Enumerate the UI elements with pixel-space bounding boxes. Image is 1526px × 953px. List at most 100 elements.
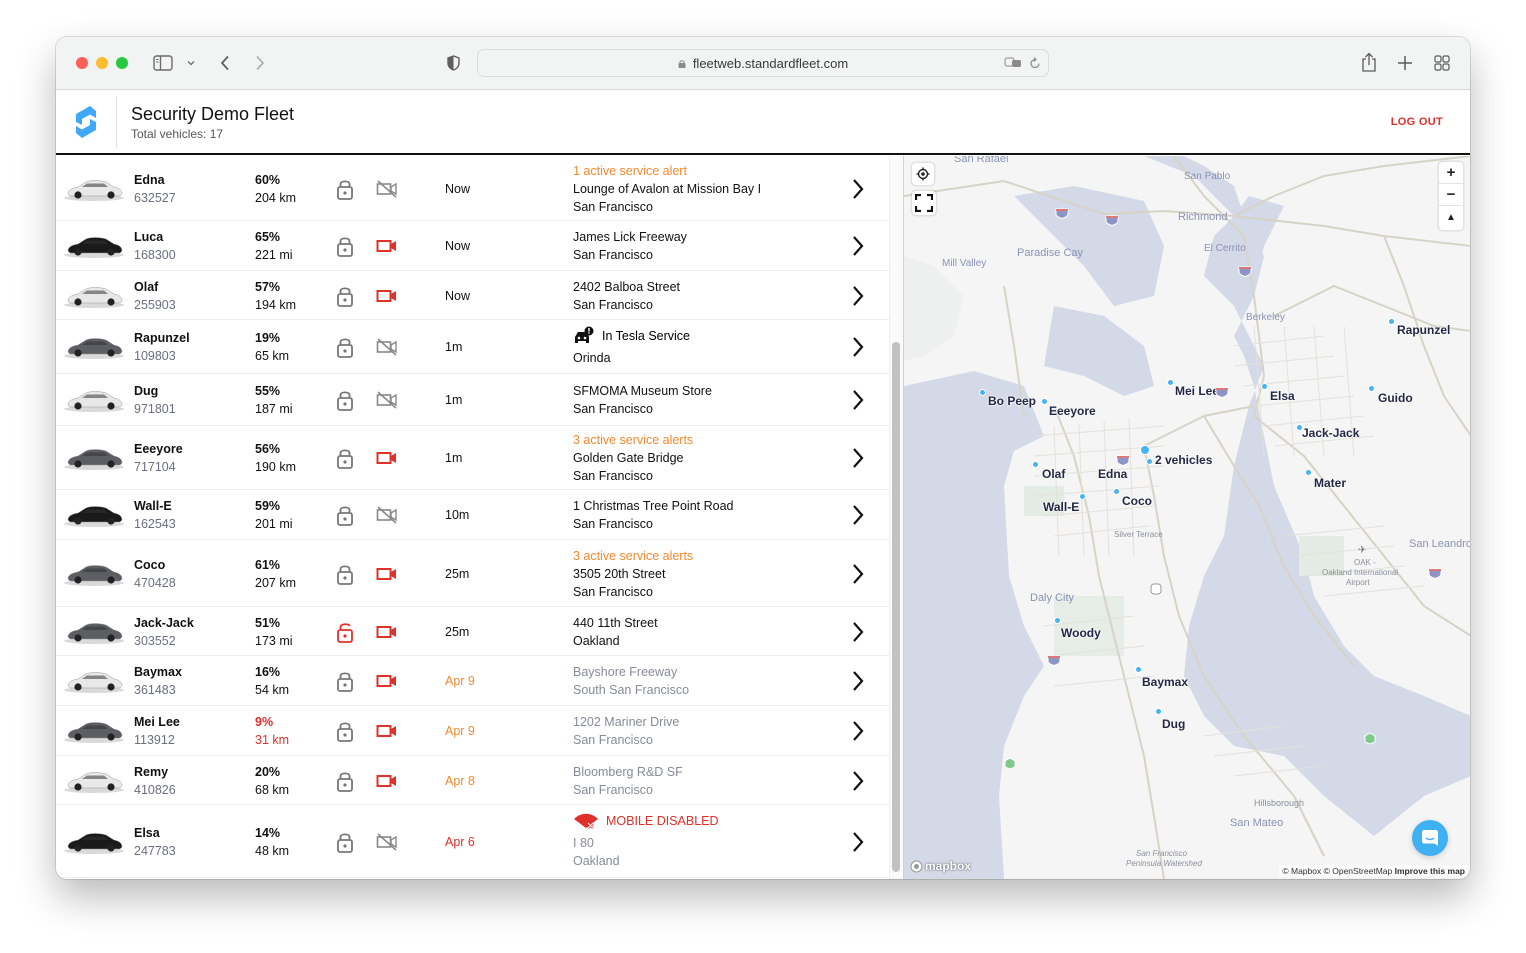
sentry-camera-on-icon[interactable] xyxy=(376,287,398,305)
sentry-camera-on-icon[interactable] xyxy=(376,237,398,255)
lock-closed-icon[interactable] xyxy=(336,770,354,792)
vehicle-pin[interactable] xyxy=(1305,469,1312,476)
mapbox-logo[interactable]: mapbox xyxy=(910,859,971,873)
vehicle-row[interactable]: Eeeyore 717104 56% 190 km 1m 3 active service… xyxy=(56,426,889,490)
chevron-right-icon[interactable] xyxy=(851,389,865,411)
vehicle-pin[interactable] xyxy=(1167,379,1174,386)
privacy-shield-icon[interactable] xyxy=(446,54,460,72)
vehicle-row[interactable]: Coco 470428 61% 207 km 25m 3 active service a… xyxy=(56,540,889,607)
new-tab-icon[interactable] xyxy=(1396,54,1414,72)
lock-closed-icon[interactable] xyxy=(336,504,354,526)
lock-open-icon[interactable] xyxy=(336,621,354,643)
zoom-out-button[interactable]: − xyxy=(1439,184,1463,206)
sentry-camera-on-icon[interactable] xyxy=(376,722,398,740)
vehicle-map-label[interactable]: Woody xyxy=(1061,626,1101,640)
minimize-window-button[interactable] xyxy=(96,57,108,69)
chevron-right-icon[interactable] xyxy=(851,831,865,853)
chevron-right-icon[interactable] xyxy=(851,621,865,643)
vehicle-pin[interactable] xyxy=(1041,398,1048,405)
vehicle-row[interactable]: Wall-E 162543 59% 201 mi 10m 1 Christmas Tree… xyxy=(56,490,889,540)
sentry-camera-off-icon[interactable] xyxy=(376,179,398,198)
zoom-window-button[interactable] xyxy=(116,57,128,69)
vehicle-map-label[interactable]: Mater xyxy=(1314,476,1346,490)
chevron-down-icon[interactable] xyxy=(186,57,196,69)
forward-icon[interactable] xyxy=(253,54,267,72)
lock-closed-icon[interactable] xyxy=(336,670,354,692)
lock-closed-icon[interactable] xyxy=(336,831,354,853)
fullscreen-button[interactable] xyxy=(912,191,936,215)
close-window-button[interactable] xyxy=(76,57,88,69)
sentry-camera-on-icon[interactable] xyxy=(376,449,398,467)
chevron-right-icon[interactable] xyxy=(851,670,865,692)
lock-closed-icon[interactable] xyxy=(336,447,354,469)
tab-overview-icon[interactable] xyxy=(1433,54,1451,72)
vehicle-row[interactable]: Edna 632527 60% 204 km Now 1 active service a… xyxy=(56,156,889,221)
chevron-right-icon[interactable] xyxy=(851,447,865,469)
vehicle-pin[interactable] xyxy=(1146,458,1153,465)
sidebar-icon[interactable] xyxy=(153,54,173,72)
sentry-camera-off-icon[interactable] xyxy=(376,338,398,356)
support-chat-button[interactable] xyxy=(1412,820,1448,856)
sentry-camera-off-icon[interactable] xyxy=(376,506,398,524)
chevron-right-icon[interactable] xyxy=(851,285,865,307)
lock-closed-icon[interactable] xyxy=(336,178,354,200)
translate-icon[interactable] xyxy=(1004,57,1022,72)
back-icon[interactable] xyxy=(218,54,232,72)
zoom-in-button[interactable]: + xyxy=(1439,162,1463,184)
sentry-camera-on-icon[interactable] xyxy=(376,623,398,641)
chevron-right-icon[interactable] xyxy=(851,504,865,526)
lock-closed-icon[interactable] xyxy=(336,235,354,257)
vehicle-map-label[interactable]: Mei Lee xyxy=(1175,384,1219,398)
lock-closed-icon[interactable] xyxy=(336,563,354,585)
service-alert-link[interactable]: 1 active service alert xyxy=(573,164,687,178)
vehicle-map-label[interactable]: Wall-E xyxy=(1043,500,1079,514)
chevron-right-icon[interactable] xyxy=(851,336,865,358)
reload-icon[interactable] xyxy=(1029,56,1041,73)
vehicle-row[interactable]: Jack-Jack 303552 51% 173 mi 25m 440 11th Stre… xyxy=(56,607,889,656)
service-alert-link[interactable]: 3 active service alerts xyxy=(573,433,693,447)
share-icon[interactable] xyxy=(1360,51,1378,73)
vehicle-pin[interactable] xyxy=(1155,708,1162,715)
vehicle-pin[interactable] xyxy=(1135,666,1142,673)
vehicle-cluster-pin[interactable] xyxy=(1140,445,1150,455)
vehicle-pin[interactable] xyxy=(1368,385,1375,392)
lock-closed-icon[interactable] xyxy=(336,389,354,411)
vehicle-row[interactable]: Remy 410826 20% 68 km Apr 8 Bloomberg R&D SF S… xyxy=(56,756,889,805)
attribution-text[interactable]: © Mapbox © OpenStreetMap xyxy=(1282,866,1392,876)
vehicle-pin[interactable] xyxy=(1079,493,1086,500)
vehicle-row[interactable]: Mei Lee 113912 9% 31 km Apr 9 1202 Mariner Dr… xyxy=(56,706,889,756)
vehicle-pin[interactable] xyxy=(1054,617,1061,624)
chevron-right-icon[interactable] xyxy=(851,563,865,585)
vehicle-pin[interactable] xyxy=(1261,383,1268,390)
vehicle-map-label[interactable]: Elsa xyxy=(1270,389,1295,403)
vehicle-map-label[interactable]: Eeeyore xyxy=(1049,404,1096,418)
improve-map-link[interactable]: Improve this map xyxy=(1395,866,1465,876)
vehicle-map-label[interactable]: Jack-Jack xyxy=(1302,426,1359,440)
sentry-camera-on-icon[interactable] xyxy=(376,772,398,790)
geolocate-button[interactable] xyxy=(912,163,934,185)
vehicle-row[interactable]: Rapunzel 109803 19% 65 km 1m In Tesla Service… xyxy=(56,320,889,374)
vehicle-map-label[interactable]: Baymax xyxy=(1142,675,1188,689)
vehicle-map-label[interactable]: Guido xyxy=(1378,391,1413,405)
sentry-camera-on-icon[interactable] xyxy=(376,672,398,690)
vehicle-row[interactable]: Elsa 247783 14% 48 km Apr 6 MOBILE DISABLED I … xyxy=(56,805,889,878)
sentry-camera-on-icon[interactable] xyxy=(376,565,398,583)
lock-closed-icon[interactable] xyxy=(336,720,354,742)
vehicle-map-label[interactable]: Olaf xyxy=(1042,467,1065,481)
vehicle-pin[interactable] xyxy=(1032,461,1039,468)
sentry-camera-off-icon[interactable] xyxy=(376,832,398,851)
vehicle-map-label[interactable]: Edna xyxy=(1098,467,1127,481)
vehicle-map-label[interactable]: Coco xyxy=(1122,494,1152,508)
vehicle-map-label[interactable]: Rapunzel xyxy=(1397,323,1450,337)
vehicle-map-label[interactable]: Dug xyxy=(1162,717,1185,731)
vehicle-map-label[interactable]: 2 vehicles xyxy=(1155,453,1212,467)
chevron-right-icon[interactable] xyxy=(851,770,865,792)
compass-button[interactable]: ▲ xyxy=(1439,206,1463,228)
vehicle-row[interactable]: Baymax 361483 16% 54 km Apr 9 Bayshore Freewa… xyxy=(56,656,889,706)
vehicle-pin[interactable] xyxy=(1113,488,1120,495)
vehicle-map-label[interactable]: Bo Peep xyxy=(988,394,1036,408)
vehicle-row[interactable]: Dug 971801 55% 187 mi 1m SFMOMA Museum Store S… xyxy=(56,374,889,426)
address-bar[interactable]: fleetweb.standardfleet.com xyxy=(477,49,1049,77)
vehicle-pin[interactable] xyxy=(979,389,986,396)
sentry-camera-off-icon[interactable] xyxy=(376,391,398,409)
